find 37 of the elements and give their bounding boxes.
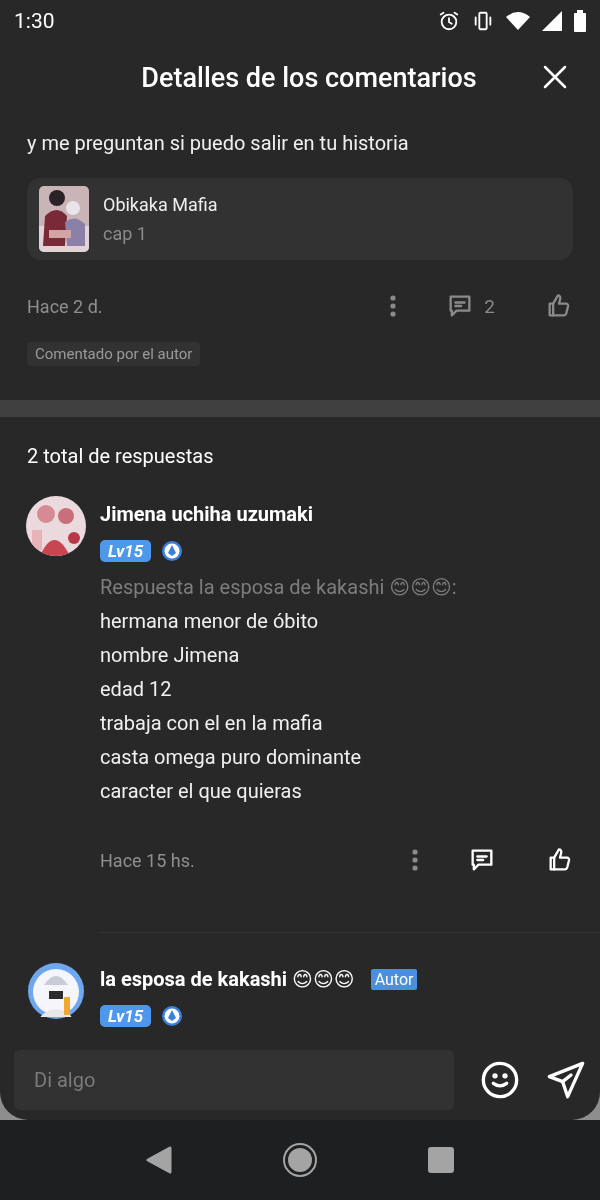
more-icon[interactable]	[412, 848, 418, 872]
reply-text: edad 12	[100, 676, 173, 703]
level-badge: Lv15	[100, 1005, 152, 1027]
send-button[interactable]	[546, 1060, 586, 1100]
reply-text: casta omega puro dominante	[100, 744, 363, 771]
more-icon[interactable]	[390, 294, 397, 318]
vibrate-icon	[472, 10, 494, 32]
wifi-icon	[506, 11, 530, 31]
book-card[interactable]: Obikaka Mafia cap 1	[27, 178, 573, 260]
author-badge: Autor	[370, 968, 418, 990]
reply-text: caracter el que quieras	[100, 778, 303, 805]
sheet-title: Detalles de los comentarios	[141, 62, 477, 94]
home-icon[interactable]	[282, 1142, 318, 1178]
book-title: Obikaka Mafia	[103, 194, 218, 215]
comment-time: Hace 2 d.	[27, 295, 104, 317]
clock-time: 1:30	[14, 9, 55, 33]
reply-target: Respuesta la esposa de kakashi 😊😊😊:	[100, 574, 458, 601]
user-name: Jimena uchiha uzumaki	[100, 502, 314, 526]
reply-text: nombre Jimena	[100, 642, 241, 669]
comment-text: y me preguntan si puedo salir en tu historia	[27, 130, 410, 157]
battery-icon	[574, 10, 586, 32]
smiley-icon	[480, 1060, 520, 1100]
level-badge: Lv15	[100, 540, 152, 562]
author-comment-tag: Comentado por el autor	[27, 342, 201, 366]
reply-text: trabaja con el en la mafia	[100, 710, 324, 737]
emoji-button[interactable]	[480, 1060, 520, 1100]
replies-count: 2 total de respuestas	[26, 443, 215, 468]
reply-time: Hace 15 hs.	[100, 849, 196, 871]
alarm-icon	[438, 10, 460, 32]
back-icon[interactable]	[146, 1146, 172, 1174]
comment-input[interactable]: Di algo	[14, 1050, 454, 1110]
reply-text: hermana menor de óbito	[100, 608, 320, 635]
user-name: la esposa de kakashi 😊😊😊	[100, 967, 355, 991]
signal-icon	[542, 11, 562, 31]
send-icon	[546, 1060, 586, 1100]
chapter-label: cap 1	[103, 223, 148, 244]
reply-count-button[interactable]: 2	[446, 292, 495, 320]
